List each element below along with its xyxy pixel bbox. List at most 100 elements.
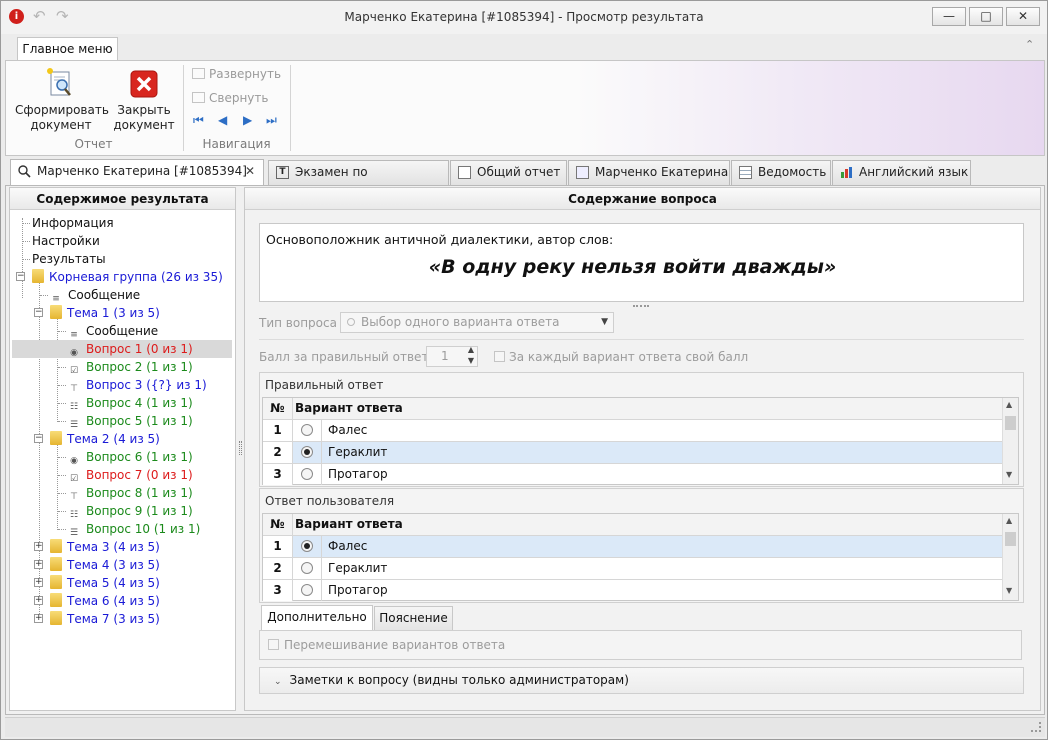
tree-item[interactable]: ☑ Вопрос 2 (1 из 1): [68, 358, 193, 376]
tab-additional[interactable]: Дополнительно: [261, 605, 373, 631]
tree-item-label: Сообщение: [86, 324, 159, 338]
grid-scrollbar[interactable]: ▲ ▼: [1002, 514, 1018, 600]
form-document-button[interactable]: Сформировать документ: [15, 63, 109, 135]
tree-toggle-icon[interactable]: +: [34, 560, 43, 569]
minimize-button[interactable]: —: [932, 7, 966, 26]
scroll-up-icon[interactable]: ▲: [1006, 400, 1012, 409]
splitter-handle[interactable]: [239, 441, 242, 455]
tree-item[interactable]: ☰ Вопрос 10 (1 из 1): [68, 520, 200, 538]
tree-line: [22, 259, 30, 260]
per-option-score-checkbox[interactable]: За каждый вариант ответа свой балл: [494, 350, 748, 364]
tree-item[interactable]: ☷ Вопрос 9 (1 из 1): [68, 502, 193, 520]
answer-radio[interactable]: [301, 446, 313, 458]
tree-toggle-icon[interactable]: +: [34, 578, 43, 587]
tree-item[interactable]: Тема 1 (3 из 5): [50, 304, 160, 322]
resize-grip-icon[interactable]: [633, 305, 649, 307]
tree-item[interactable]: Тема 2 (4 из 5): [50, 430, 160, 448]
tree-item[interactable]: ◉ Вопрос 1 (0 из 1): [12, 340, 232, 358]
radio-type-icon: [347, 318, 355, 326]
scroll-down-icon[interactable]: ▼: [1006, 586, 1012, 595]
tab-person[interactable]: Марченко Екатерина: [568, 160, 730, 185]
tab-exam-english[interactable]: T Экзамен по английскому: [268, 160, 449, 202]
previous-record-icon[interactable]: ◀: [218, 113, 227, 127]
tree-item-label: Корневая группа (26 из 35): [49, 270, 223, 284]
col-num-header: №: [263, 514, 293, 535]
tree-item[interactable]: Корневая группа (26 из 35): [32, 268, 223, 286]
tree-toggle-icon[interactable]: −: [34, 308, 43, 317]
tab-close-icon[interactable]: ✕: [245, 160, 255, 183]
answer-radio[interactable]: [301, 424, 313, 436]
expand-label: Развернуть: [209, 67, 282, 81]
tree-toggle-icon[interactable]: +: [34, 614, 43, 623]
tree-toggle-icon[interactable]: −: [16, 272, 25, 281]
tree-item-label: Вопрос 6 (1 из 1): [86, 450, 193, 464]
resize-grip-icon[interactable]: [1031, 722, 1041, 732]
spinner-arrows-icon[interactable]: ▲ ▼: [468, 344, 474, 366]
admin-notes-expander[interactable]: ⌄ Заметки к вопросу (видны только админис…: [259, 667, 1024, 694]
answer-row[interactable]: 1 Фалес: [263, 535, 1003, 557]
tree-item[interactable]: ≡ Сообщение: [68, 322, 158, 340]
tree-item-label: Вопрос 1 (0 из 1): [86, 342, 193, 356]
scroll-thumb[interactable]: [1005, 532, 1016, 546]
tree-item[interactable]: ☑ Вопрос 7 (0 из 1): [68, 466, 193, 484]
user-answer-group: Ответ пользователя № Вариант ответа 1 Фал…: [259, 488, 1024, 603]
tree-line: [58, 421, 66, 422]
tab-statement[interactable]: Ведомость: [731, 160, 831, 185]
collapse-button[interactable]: Свернуть: [192, 91, 268, 105]
ribbon-collapse-icon[interactable]: ⌃: [1025, 38, 1034, 51]
expand-button[interactable]: Развернуть: [192, 67, 281, 81]
answer-row[interactable]: 1 Фалес: [263, 419, 1003, 441]
answer-row[interactable]: 3 Протагор: [263, 463, 1003, 485]
close-button[interactable]: ✕: [1006, 7, 1040, 26]
tree-toggle-icon[interactable]: +: [34, 542, 43, 551]
answer-radio[interactable]: [301, 540, 313, 552]
first-record-icon[interactable]: ⏮: [193, 113, 204, 128]
tree-line: [58, 529, 66, 530]
maximize-button[interactable]: □: [969, 7, 1003, 26]
answer-radio[interactable]: [301, 468, 313, 480]
tree-item-label: Вопрос 10 (1 из 1): [86, 522, 201, 536]
tree-toggle-icon[interactable]: −: [34, 434, 43, 443]
shuffle-checkbox[interactable]: Перемешивание вариантов ответа: [268, 638, 505, 652]
tree-item[interactable]: Тема 6 (4 из 5): [50, 592, 160, 610]
tree-item[interactable]: ◉ Вопрос 6 (1 из 1): [68, 448, 193, 466]
close-document-button[interactable]: Закрыть документ: [109, 63, 179, 135]
question-scrollbar[interactable]: [1007, 224, 1023, 301]
tree-item[interactable]: Тема 4 (3 из 5): [50, 556, 160, 574]
answer-row[interactable]: 3 Протагор: [263, 579, 1003, 601]
question-type-select[interactable]: Выбор одного варианта ответа ▼: [340, 312, 614, 333]
answer-radio[interactable]: [301, 562, 313, 574]
document-magnifier-icon: [47, 68, 71, 96]
answer-radio[interactable]: [301, 584, 313, 596]
tree-item[interactable]: Настройки: [32, 232, 100, 250]
answer-row[interactable]: 2 Гераклит: [263, 557, 1003, 579]
ribbon-tab-main-menu[interactable]: Главное меню: [17, 37, 118, 61]
tab-explanation[interactable]: Пояснение: [374, 606, 453, 631]
tree-item[interactable]: ≡ Сообщение: [50, 286, 140, 304]
tree-item[interactable]: ☰ Вопрос 5 (1 из 1): [68, 412, 193, 430]
answer-row[interactable]: 2 Гераклит: [263, 441, 1003, 463]
tree-item-label: Вопрос 4 (1 из 1): [86, 396, 193, 410]
tree-item[interactable]: ⊤ Вопрос 8 (1 из 1): [68, 484, 193, 502]
tree-item[interactable]: Тема 7 (3 из 5): [50, 610, 160, 628]
tree-item[interactable]: Результаты: [32, 250, 106, 268]
tree-toggle-icon[interactable]: +: [34, 596, 43, 605]
scroll-thumb[interactable]: [1005, 416, 1016, 430]
scroll-down-icon[interactable]: ▼: [1006, 470, 1012, 479]
tab-general-report[interactable]: Общий отчет: [450, 160, 567, 185]
tree-item[interactable]: Тема 5 (4 из 5): [50, 574, 160, 592]
tree-item[interactable]: ☷ Вопрос 4 (1 из 1): [68, 394, 193, 412]
tree-line: [58, 493, 66, 494]
tab-english-language[interactable]: Английский язык: [832, 160, 971, 185]
tree-item[interactable]: Информация: [32, 214, 114, 232]
form-document-label-2: документ: [30, 118, 92, 132]
tree-item[interactable]: Тема 3 (4 из 5): [50, 538, 160, 556]
tree-item[interactable]: ⊤ Вопрос 3 ({?} из 1): [68, 376, 207, 394]
score-spinner[interactable]: 1 ▲ ▼: [426, 344, 478, 367]
last-record-icon[interactable]: ⏭: [266, 113, 277, 128]
question-text-box[interactable]: Основоположник античной диалектики, авто…: [259, 223, 1024, 302]
scroll-up-icon[interactable]: ▲: [1006, 516, 1012, 525]
tab-result-view[interactable]: Марченко Екатерина [#1085394] ✕: [10, 159, 264, 185]
grid-scrollbar[interactable]: ▲ ▼: [1002, 398, 1018, 484]
next-record-icon[interactable]: ▶: [243, 113, 252, 127]
